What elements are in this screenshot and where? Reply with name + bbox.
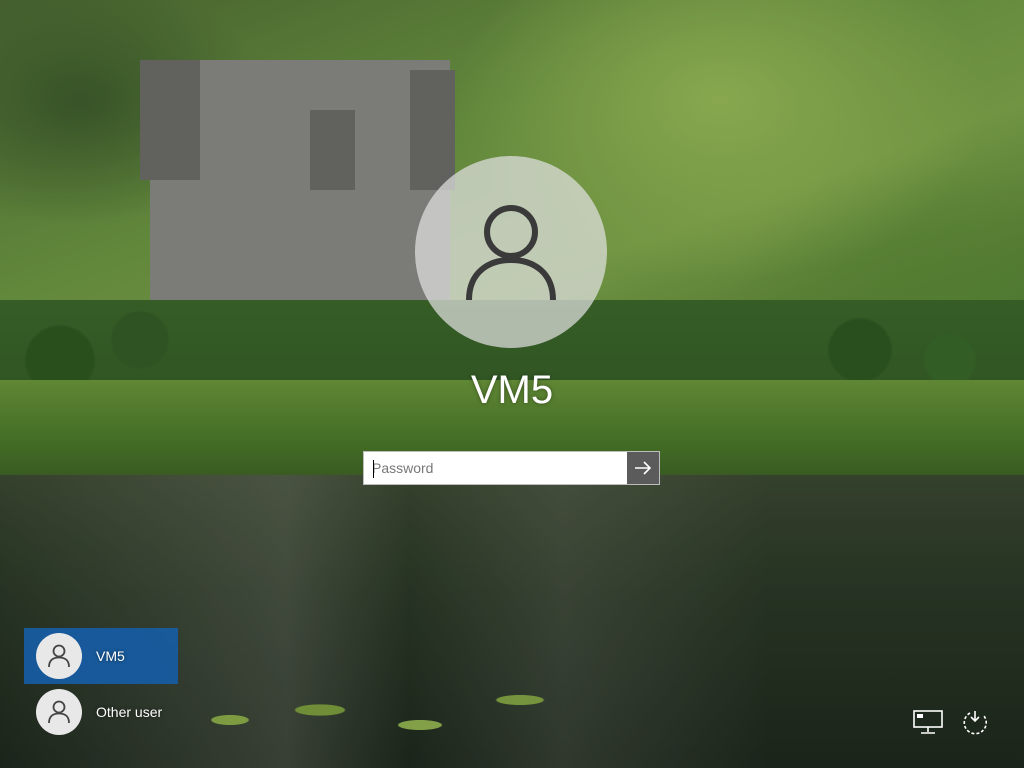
username-title: VM5	[470, 368, 554, 412]
password-input[interactable]	[364, 452, 627, 484]
user-icon	[466, 205, 556, 301]
network-button[interactable]	[911, 706, 945, 740]
user-list-label: Other user	[96, 704, 163, 720]
user-list-item-vm5[interactable]: VM5	[24, 628, 178, 684]
user-avatar-small	[36, 689, 82, 735]
user-icon	[48, 644, 70, 668]
arrow-right-icon	[635, 461, 652, 475]
power-icon	[963, 711, 988, 735]
user-avatar-small	[36, 633, 82, 679]
submit-button[interactable]	[627, 452, 659, 484]
text-caret	[373, 460, 374, 478]
user-icon	[48, 700, 70, 724]
user-list-item-other-user[interactable]: Other user	[24, 684, 178, 740]
user-avatar-large	[415, 156, 607, 348]
user-list-label: VM5	[96, 648, 125, 664]
password-field-container	[363, 451, 660, 485]
power-button[interactable]	[958, 706, 992, 740]
network-icon	[913, 710, 943, 734]
user-list: VM5 Other user	[24, 628, 178, 740]
